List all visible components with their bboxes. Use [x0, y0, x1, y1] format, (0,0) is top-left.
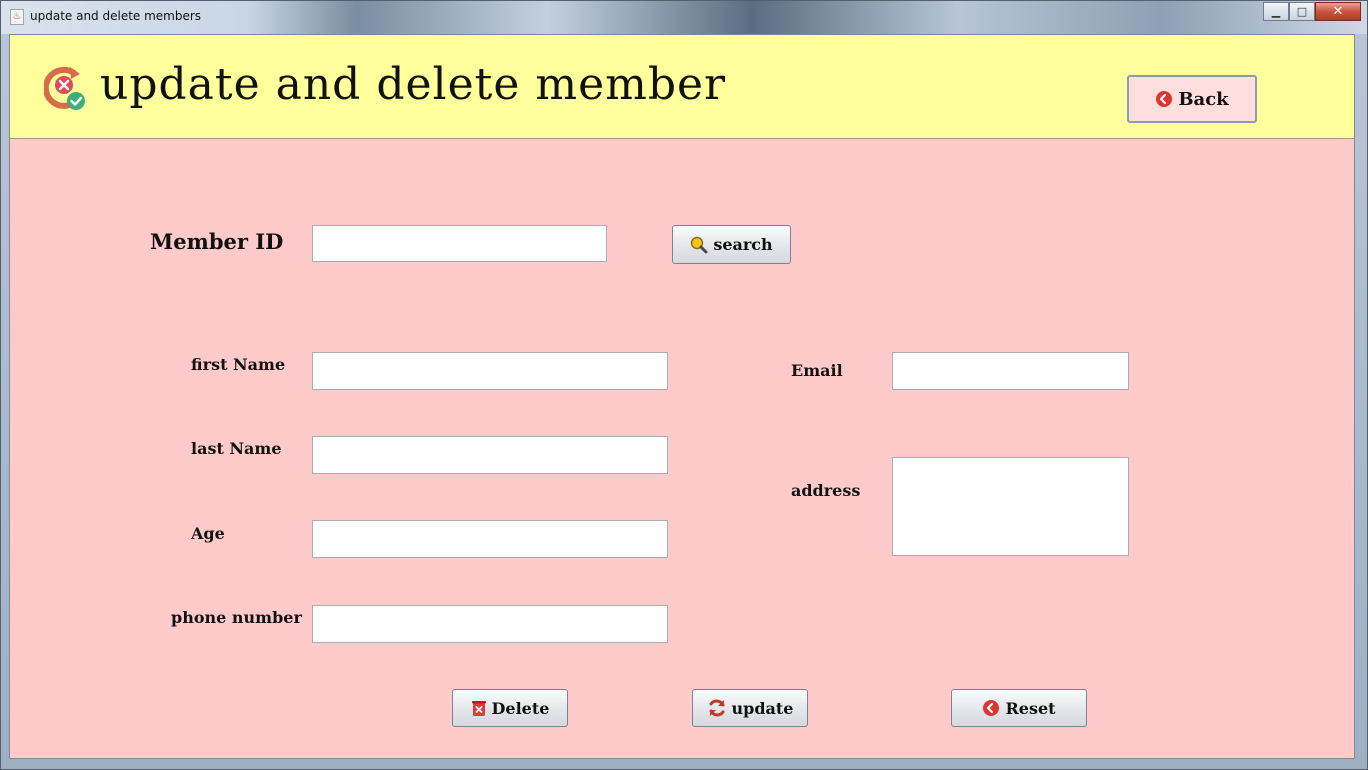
- first-name-label: first Name: [191, 355, 286, 374]
- reset-icon: [983, 700, 1000, 716]
- page-title: update and delete member: [100, 59, 727, 110]
- refresh-icon: [709, 699, 725, 717]
- back-arrow-icon: [1156, 91, 1173, 107]
- close-button[interactable]: ✕: [1315, 2, 1361, 21]
- minimize-button[interactable]: ▁: [1263, 2, 1289, 21]
- trash-icon: [471, 701, 486, 716]
- last-name-input[interactable]: [312, 436, 668, 474]
- main-panel: update and delete member Back Member ID …: [9, 34, 1355, 759]
- address-textarea[interactable]: [892, 457, 1129, 556]
- title-bar: ♨ update and delete members ▁ □ ✕: [1, 1, 1367, 34]
- first-name-input[interactable]: [312, 352, 668, 390]
- last-name-label: last Name: [191, 439, 282, 458]
- window-controls: ▁ □ ✕: [1263, 2, 1361, 22]
- update-label: update: [731, 698, 794, 718]
- email-input[interactable]: [892, 352, 1129, 390]
- reset-label: Reset: [1005, 698, 1056, 718]
- update-button[interactable]: update: [692, 689, 808, 727]
- member-id-label: Member ID: [150, 229, 284, 254]
- maximize-button[interactable]: □: [1289, 2, 1315, 21]
- search-button[interactable]: search: [672, 225, 791, 264]
- member-id-input[interactable]: [312, 225, 607, 262]
- app-window: ♨ update and delete members ▁ □ ✕ update…: [0, 0, 1368, 770]
- address-label: address: [791, 481, 861, 500]
- age-label: Age: [191, 524, 225, 543]
- java-app-icon: ♨: [10, 9, 24, 25]
- reset-button[interactable]: Reset: [951, 689, 1087, 727]
- phone-number-input[interactable]: [312, 605, 668, 643]
- delete-label: Delete: [491, 698, 550, 718]
- back-button[interactable]: Back: [1127, 75, 1257, 123]
- email-label: Email: [791, 361, 843, 380]
- delete-button[interactable]: Delete: [452, 689, 568, 727]
- age-input[interactable]: [312, 520, 668, 558]
- header-panel: update and delete member Back: [10, 35, 1354, 139]
- phone-number-label: phone number: [171, 608, 302, 627]
- back-label: Back: [1178, 88, 1229, 110]
- window-title: update and delete members: [30, 9, 202, 23]
- magnifier-icon: [691, 236, 708, 253]
- member-update-icon: [44, 66, 85, 110]
- search-label: search: [713, 235, 773, 254]
